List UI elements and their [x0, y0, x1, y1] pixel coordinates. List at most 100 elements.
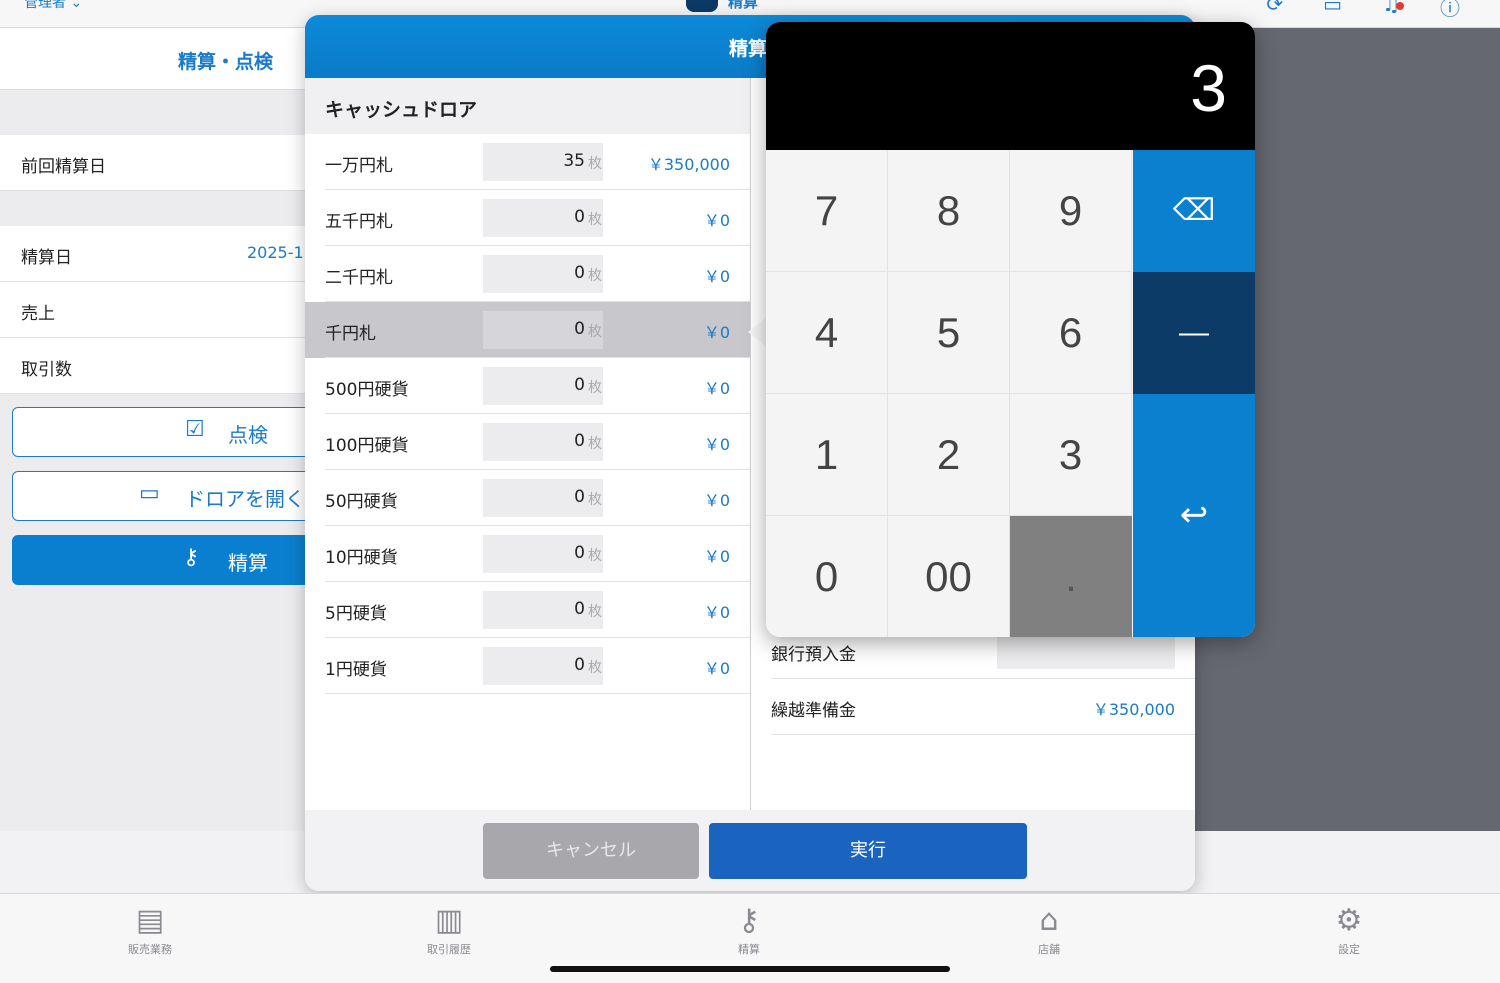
clipboard-check-icon: ☑: [185, 417, 205, 442]
tab-store[interactable]: ⌂ 店舗: [989, 904, 1109, 957]
count-unit: 枚: [588, 660, 602, 676]
inspect-button-label: 点検: [228, 423, 268, 447]
minus-label: —: [1179, 316, 1209, 349]
count-unit: 枚: [588, 156, 602, 172]
tab-store-label: 店舗: [1038, 943, 1060, 956]
key-9[interactable]: 9: [1010, 150, 1132, 272]
home-icon: ⌂: [1039, 903, 1059, 938]
panel-title: 精算・点検: [178, 51, 274, 73]
enter-key[interactable]: ↩: [1133, 394, 1255, 637]
key-5[interactable]: 5: [888, 272, 1010, 394]
key-2[interactable]: 2: [888, 394, 1010, 516]
transactions-label: 取引数: [21, 360, 72, 380]
count-value: 0: [574, 263, 585, 283]
nav-title: 精算: [728, 0, 759, 11]
open-drawer-button[interactable]: ▭ ドロアを開く: [12, 471, 342, 521]
key-icon: ⚷: [183, 545, 200, 570]
count-value: 0: [574, 543, 585, 563]
execute-button[interactable]: 実行: [709, 823, 1027, 879]
settle-button-label: 精算: [228, 551, 268, 575]
carryover-label: 繰越準備金: [771, 701, 856, 721]
count-value: 35: [563, 151, 585, 171]
tab-settlement-label: 精算: [738, 943, 760, 956]
denomination-amount: ￥0: [703, 603, 730, 622]
carryover-row: 繰越準備金 ￥350,000: [771, 679, 1195, 735]
drawer-icon: ▭: [139, 481, 160, 506]
tab-settings-label: 設定: [1338, 943, 1360, 956]
count-value: 0: [574, 431, 585, 451]
backspace-icon: ⌫: [1172, 194, 1216, 227]
cancel-button[interactable]: キャンセル: [483, 823, 699, 879]
denomination-row[interactable]: 10円硬貨 0 枚 ￥0: [305, 526, 750, 582]
nav-title-group: 精算: [686, 0, 758, 12]
enter-icon: ↩: [1179, 496, 1209, 534]
denomination-name: 五千円札: [325, 212, 393, 232]
inspect-button[interactable]: ☑ 点検: [12, 407, 342, 457]
denomination-row[interactable]: 1円硬貨 0 枚 ￥0: [305, 638, 750, 694]
count-value: 0: [574, 599, 585, 619]
user-menu[interactable]: 管理者 ⌄: [24, 0, 82, 12]
denomination-name: 500円硬貨: [325, 380, 409, 400]
info-icon[interactable]: ⓘ: [1440, 0, 1460, 21]
denomination-amount: ￥0: [703, 491, 730, 510]
denomination-row[interactable]: 千円札 0 枚 ￥0: [305, 302, 750, 358]
denomination-amount: ￥0: [703, 379, 730, 398]
settlement-date-label: 精算日: [21, 248, 72, 268]
denomination-amount: ￥0: [703, 547, 730, 566]
book-icon: ▥: [434, 903, 464, 938]
denomination-row[interactable]: 50円硬貨 0 枚 ￥0: [305, 470, 750, 526]
backspace-key[interactable]: ⌫: [1133, 150, 1255, 272]
key-4[interactable]: 4: [766, 272, 888, 394]
denomination-name: 千円札: [325, 324, 376, 344]
count-unit: 枚: [588, 436, 602, 452]
carryover-value: ￥350,000: [1092, 700, 1175, 719]
denomination-name: 一万円札: [325, 156, 393, 176]
count-value: 0: [574, 487, 585, 507]
tab-history[interactable]: ▥ 取引履歴: [389, 904, 509, 957]
sales-label: 売上: [21, 304, 55, 324]
bank-deposit-label: 銀行預入金: [771, 645, 856, 665]
minus-key[interactable]: —: [1133, 272, 1255, 394]
tab-settlement[interactable]: ⚷ 精算: [689, 904, 809, 957]
column-divider: [750, 78, 751, 810]
popover-arrow: [748, 316, 768, 348]
count-unit: 枚: [588, 492, 602, 508]
key-1[interactable]: 1: [766, 394, 888, 516]
denomination-amount: ￥0: [703, 211, 730, 230]
settle-button[interactable]: ⚷ 精算: [12, 535, 342, 585]
denomination-amount: ￥350,000: [647, 155, 730, 174]
denomination-name: 二千円札: [325, 268, 393, 288]
denomination-name: 10円硬貨: [325, 548, 398, 568]
count-value: 0: [574, 375, 585, 395]
key-decimal[interactable]: .: [1010, 516, 1132, 637]
denomination-name: 5円硬貨: [325, 604, 387, 624]
denomination-row[interactable]: 500円硬貨 0 枚 ￥0: [305, 358, 750, 414]
key-7[interactable]: 7: [766, 150, 888, 272]
tab-settings[interactable]: ⚙ 設定: [1289, 904, 1409, 957]
denomination-row[interactable]: 二千円札 0 枚 ￥0: [305, 246, 750, 302]
key-8[interactable]: 8: [888, 150, 1010, 272]
denomination-row[interactable]: 5円硬貨 0 枚 ￥0: [305, 582, 750, 638]
prev-settlement-label: 前回精算日: [21, 157, 106, 177]
denomination-amount: ￥0: [703, 267, 730, 286]
tab-history-label: 取引履歴: [427, 943, 471, 956]
denomination-amount: ￥0: [703, 323, 730, 342]
refresh-icon[interactable]: ⟳: [1266, 0, 1283, 21]
count-unit: 枚: [588, 604, 602, 620]
key-0[interactable]: 0: [766, 516, 888, 637]
count-value: 0: [574, 207, 585, 227]
denomination-row[interactable]: 一万円札 35 枚 ￥350,000: [305, 134, 750, 190]
denomination-row[interactable]: 五千円札 0 枚 ￥0: [305, 190, 750, 246]
key-6[interactable]: 6: [1010, 272, 1132, 394]
denomination-amount: ￥0: [703, 659, 730, 678]
keypad-display: 3: [766, 22, 1255, 150]
key-00[interactable]: 00: [888, 516, 1010, 637]
settlement-date-value: 2025-1: [247, 243, 304, 262]
denomination-row[interactable]: 100円硬貨 0 枚 ￥0: [305, 414, 750, 470]
key-3[interactable]: 3: [1010, 394, 1132, 516]
tab-sales[interactable]: ▤ 販売業務: [90, 904, 210, 957]
denomination-name: 100円硬貨: [325, 436, 409, 456]
count-unit: 枚: [588, 548, 602, 564]
window-icon[interactable]: ▭: [1323, 0, 1342, 21]
bell-icon[interactable]: ♫: [1382, 0, 1404, 21]
